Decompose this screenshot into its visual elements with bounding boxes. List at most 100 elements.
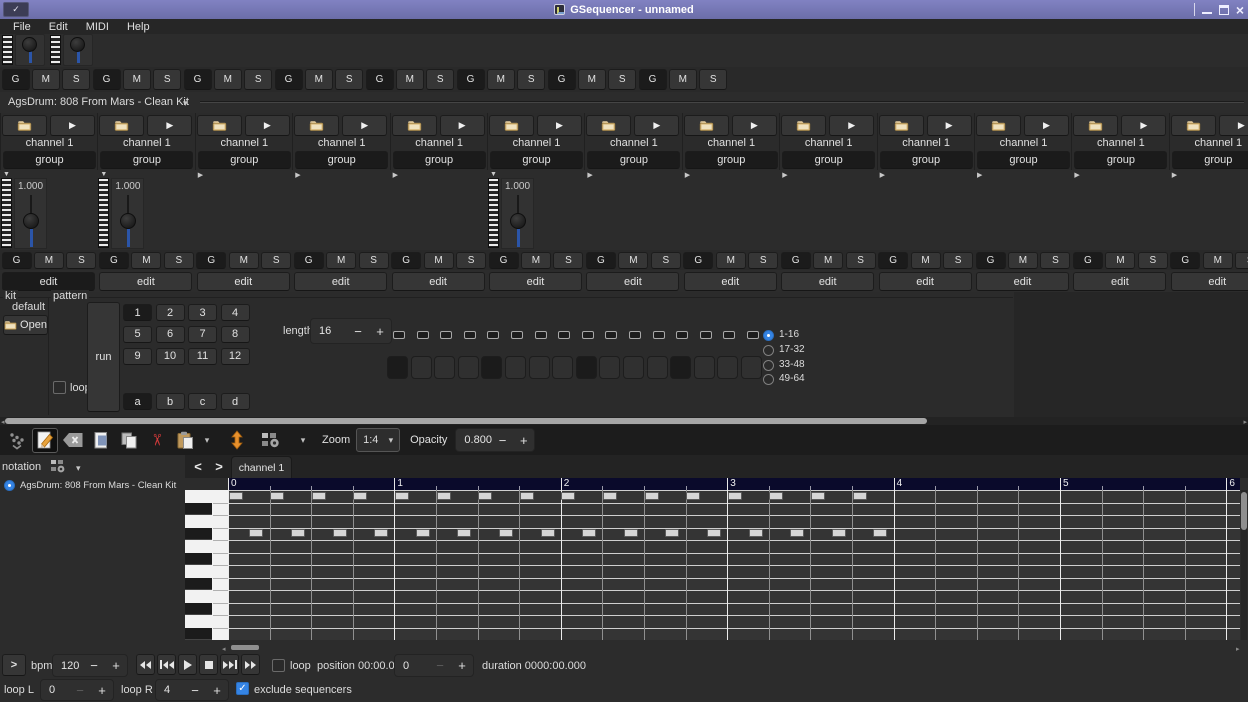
gms-solo-button[interactable]: S xyxy=(66,252,96,269)
pattern-index-button[interactable]: 8 xyxy=(221,326,250,343)
play-button[interactable]: ▶ xyxy=(50,115,95,136)
master-volume-knob[interactable] xyxy=(15,34,45,66)
expand-arrow-icon[interactable]: ▶ xyxy=(977,171,982,179)
gms-mute-button[interactable]: M xyxy=(1008,252,1038,269)
edit-tab-button[interactable]: edit xyxy=(1171,272,1248,291)
zoom-select[interactable]: 1:4 ▾ xyxy=(356,428,400,452)
gms-solo-button[interactable]: S xyxy=(1235,252,1248,269)
expand-arrow-icon[interactable]: ▶ xyxy=(685,171,690,179)
pattern-index-button[interactable]: 12 xyxy=(221,348,250,365)
next-button[interactable] xyxy=(220,654,239,675)
menu-file[interactable]: File xyxy=(4,21,40,33)
group-button[interactable]: group xyxy=(1074,151,1167,169)
gms-mute-button[interactable]: M xyxy=(305,69,333,90)
gms-solo-button[interactable]: S xyxy=(456,252,486,269)
play-button[interactable]: ▶ xyxy=(537,115,582,136)
gms-mute-button[interactable]: M xyxy=(618,252,648,269)
note[interactable] xyxy=(395,492,409,500)
exclude-sequencers-checkbox[interactable]: ✓ xyxy=(236,682,249,695)
play-button[interactable]: ▶ xyxy=(245,115,290,136)
position-spinbox[interactable]: 0 − + xyxy=(394,654,474,677)
notation-grid[interactable] xyxy=(228,490,1240,640)
gms-group-button[interactable]: G xyxy=(683,252,713,269)
black-key[interactable] xyxy=(185,553,212,565)
edit-tab-button[interactable]: edit xyxy=(781,272,874,291)
open-file-button[interactable] xyxy=(392,115,437,136)
master-volume-knob[interactable] xyxy=(63,34,93,66)
edit-tab-button[interactable]: edit xyxy=(976,272,1069,291)
note[interactable] xyxy=(749,529,763,537)
open-file-button[interactable] xyxy=(489,115,534,136)
piano-keys[interactable] xyxy=(185,490,228,640)
pattern-pad[interactable] xyxy=(481,356,502,379)
pattern-bank-button[interactable]: d xyxy=(221,393,250,410)
pattern-index-button[interactable]: 2 xyxy=(156,304,185,321)
tab-prev-button[interactable]: < xyxy=(188,456,208,476)
pattern-index-button[interactable]: 9 xyxy=(123,348,152,365)
pattern-pad[interactable] xyxy=(387,356,408,379)
note[interactable] xyxy=(229,492,243,500)
open-file-button[interactable] xyxy=(976,115,1021,136)
gms-group-button[interactable]: G xyxy=(196,252,226,269)
note[interactable] xyxy=(582,529,596,537)
machine-hscrollbar-thumb[interactable] xyxy=(5,418,927,424)
offset-radio[interactable] xyxy=(763,345,774,356)
pattern-bank-button[interactable]: b xyxy=(156,393,185,410)
pattern-pad[interactable] xyxy=(529,356,550,379)
play-button[interactable]: ▶ xyxy=(1219,115,1248,136)
gms-solo-button[interactable]: S xyxy=(846,252,876,269)
note[interactable] xyxy=(686,492,700,500)
pattern-pad[interactable] xyxy=(623,356,644,379)
pattern-pad[interactable] xyxy=(717,356,738,379)
group-button[interactable]: group xyxy=(198,151,291,169)
edit-tab-button[interactable]: edit xyxy=(586,272,679,291)
menu-help[interactable]: Help xyxy=(118,21,159,33)
gms-mute-button[interactable]: M xyxy=(487,69,515,90)
loop-l-decrement-button[interactable]: − xyxy=(69,683,91,698)
gms-group-button[interactable]: G xyxy=(1170,252,1200,269)
gms-solo-button[interactable]: S xyxy=(1138,252,1168,269)
open-file-button[interactable] xyxy=(781,115,826,136)
knob-handle[interactable] xyxy=(510,213,526,229)
gms-group-button[interactable]: G xyxy=(1073,252,1103,269)
pattern-pad[interactable] xyxy=(694,356,715,379)
open-kit-button[interactable]: Open xyxy=(3,315,48,335)
note[interactable] xyxy=(624,529,638,537)
gms-mute-button[interactable]: M xyxy=(396,69,424,90)
rewind-button[interactable] xyxy=(136,654,155,675)
forward-button[interactable] xyxy=(241,654,260,675)
open-file-button[interactable] xyxy=(879,115,924,136)
gms-group-button[interactable]: G xyxy=(275,69,303,90)
note[interactable] xyxy=(437,492,451,500)
expand-arrow-icon[interactable]: ▶ xyxy=(393,171,398,179)
previous-button[interactable] xyxy=(157,654,176,675)
play-button[interactable] xyxy=(178,654,197,675)
note[interactable] xyxy=(520,492,534,500)
notation-tools-dropdown[interactable]: ▾ xyxy=(76,463,81,474)
gms-solo-button[interactable]: S xyxy=(244,69,272,90)
open-file-button[interactable] xyxy=(99,115,144,136)
expander-button[interactable]: > xyxy=(2,654,26,676)
channel-volume-fader[interactable]: 1.000 xyxy=(14,178,47,249)
expand-arrow-icon[interactable]: ▶ xyxy=(1172,171,1177,179)
note[interactable] xyxy=(603,492,617,500)
collapse-arrow-icon[interactable]: ▼ xyxy=(490,171,497,178)
opacity-increment-button[interactable]: + xyxy=(513,433,534,448)
pattern-index-button[interactable]: 10 xyxy=(156,348,185,365)
knob-handle[interactable] xyxy=(23,213,39,229)
clear-tool-button[interactable] xyxy=(60,428,86,453)
gms-solo-button[interactable]: S xyxy=(426,69,454,90)
note[interactable] xyxy=(291,529,305,537)
gms-group-button[interactable]: G xyxy=(294,252,324,269)
gms-group-button[interactable]: G xyxy=(99,252,129,269)
copy-tool-button[interactable] xyxy=(116,428,142,453)
gms-mute-button[interactable]: M xyxy=(34,252,64,269)
gms-mute-button[interactable]: M xyxy=(669,69,697,90)
note[interactable] xyxy=(811,492,825,500)
stop-button[interactable] xyxy=(199,654,218,675)
edit-tab-button[interactable]: edit xyxy=(99,272,192,291)
pattern-index-button[interactable]: 5 xyxy=(123,326,152,343)
cut-tool-button[interactable]: ✂ xyxy=(144,428,170,453)
gms-group-button[interactable]: G xyxy=(639,69,667,90)
black-key[interactable] xyxy=(185,528,212,540)
